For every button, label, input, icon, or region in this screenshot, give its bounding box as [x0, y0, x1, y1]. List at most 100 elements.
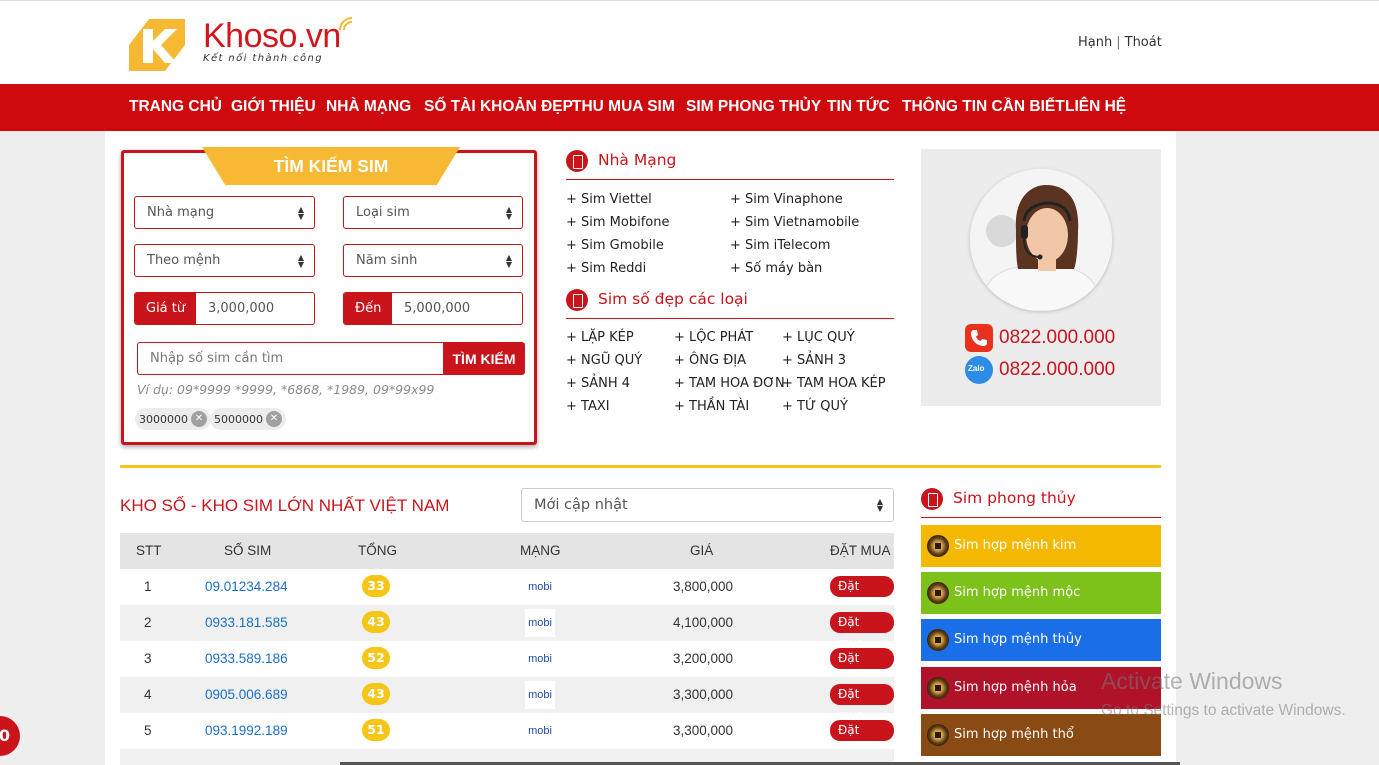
order-button[interactable]: Đặt mua — [830, 648, 894, 686]
mobifone-logo-icon: mobi — [525, 681, 555, 709]
sim-category-link[interactable]: + SẢNH 3 — [782, 353, 846, 368]
row-price: 3,200,000 — [673, 651, 734, 666]
carrier-link[interactable]: + Sim Vietnamobile — [730, 215, 859, 230]
price-to-field[interactable]: Đến 5,000,000 — [343, 292, 523, 325]
table-row: 4 0905.006.689 43 mobi 3,300,000 Đặt mua — [120, 677, 894, 722]
birth-year-select[interactable]: Năm sinh ▲ ▼ — [343, 244, 523, 277]
carrier-link[interactable]: + Sim Reddi — [566, 261, 646, 276]
feng-shui-item-metal[interactable]: Sim hợp mệnh kim — [921, 525, 1161, 567]
search-example: Ví dụ: 09*9999 *9999, *6868, *1989, 09*9… — [137, 382, 435, 397]
carrier-link[interactable]: + Sim Viettel — [566, 192, 652, 207]
coin-icon — [927, 535, 949, 557]
floating-cart-badge[interactable]: 0 — [0, 716, 20, 756]
nav-item-buy-sim[interactable]: THU MUA SIM — [572, 98, 675, 116]
nav-item-about[interactable]: GIỚI THIỆU — [231, 98, 316, 116]
coin-icon — [927, 582, 949, 604]
remove-chip-icon[interactable]: ✕ — [191, 411, 207, 427]
row-price: 3,300,000 — [673, 687, 734, 702]
carrier-link[interactable]: + Số máy bàn — [730, 261, 822, 276]
sim-category-link[interactable]: + TAM HOA KÉP — [782, 376, 886, 391]
order-button[interactable]: Đặt mua — [830, 576, 894, 614]
remove-chip-icon[interactable]: ✕ — [266, 411, 282, 427]
sim-type-select[interactable]: Loại sim ▲ ▼ — [343, 196, 523, 229]
mobifone-logo-icon: mobi — [525, 645, 555, 673]
hotline-row[interactable]: 0822.000.000 — [965, 324, 1115, 352]
sim-number-link[interactable]: 0905.006.689 — [205, 687, 288, 702]
sort-select-value: Mới cập nhật — [534, 497, 628, 513]
user-name-link[interactable]: Hạnh — [1078, 35, 1112, 50]
table-row: 1 09.01234.284 33 mobi 3,800,000 Đặt mua — [120, 569, 894, 614]
sim-category-link[interactable]: + SẢNH 4 — [566, 376, 630, 391]
sort-select[interactable]: Mới cập nhật ▲ ▼ — [521, 488, 894, 522]
col-stt: STT — [136, 543, 162, 558]
carrier-select[interactable]: Nhà mạng ▲ ▼ — [134, 196, 315, 229]
feng-shui-item-wood[interactable]: Sim hợp mệnh mộc — [921, 572, 1161, 614]
carrier-link[interactable]: + Sim Gmobile — [566, 238, 664, 253]
nav-item-bank-accounts[interactable]: SỐ TÀI KHOẢN ĐẸP — [424, 98, 573, 116]
price-from-value: 3,000,000 — [208, 301, 275, 316]
feng-shui-item-label: Sim hợp mệnh kim — [954, 538, 1077, 553]
phone-icon — [965, 324, 993, 352]
nav-item-feng-shui[interactable]: SIM PHONG THỦY — [686, 98, 821, 116]
row-price: 4,100,000 — [673, 615, 734, 630]
brand-logo[interactable]: Khoso.vn Kết nối thành công — [119, 11, 359, 77]
sim-category-link[interactable]: + THẦN TÀI — [674, 399, 749, 414]
sim-category-link[interactable]: + NGŨ QUÝ — [566, 353, 642, 368]
feng-shui-title: Sim phong thủy — [953, 489, 1076, 507]
element-select-value: Theo mệnh — [147, 253, 221, 268]
birth-year-select-value: Năm sinh — [356, 253, 418, 268]
carrier-link[interactable]: + Sim iTelecom — [730, 238, 830, 253]
sim-type-select-value: Loại sim — [356, 205, 410, 220]
sim-category-link[interactable]: + ÔNG ĐỊA — [674, 353, 746, 368]
sim-category-link[interactable]: + TAM HOA ĐƠN — [674, 376, 785, 391]
main-nav: TRANG CHỦ GIỚI THIỆU NHÀ MẠNG SỐ TÀI KHO… — [0, 84, 1379, 131]
table-row: 2 0933.181.585 43 mobi 4,100,000 Đặt mua — [120, 605, 894, 650]
row-stt: 5 — [144, 723, 152, 738]
nav-item-info[interactable]: THÔNG TIN CẦN BIẾT — [902, 98, 1065, 116]
order-button[interactable]: Đặt mua — [830, 612, 894, 650]
order-button[interactable]: Đặt mua — [830, 684, 894, 722]
feng-shui-item-earth[interactable]: Sim hợp mệnh thổ — [921, 714, 1161, 756]
feng-shui-item-water[interactable]: Sim hợp mệnh thủy — [921, 619, 1161, 661]
sim-category-link[interactable]: + LẶP KÉP — [566, 330, 634, 345]
sim-card-icon — [921, 488, 943, 510]
activate-windows-title: Activate Windows — [1101, 668, 1283, 694]
sim-list-title: KHO SỐ - KHO SIM LỚN NHẤT VIỆT NAM — [120, 496, 450, 515]
beautiful-sims-heading: Sim số đẹp các loại — [566, 289, 894, 319]
total-badge: 52 — [362, 647, 390, 669]
nav-item-home[interactable]: TRANG CHỦ — [129, 98, 222, 116]
carrier-link[interactable]: + Sim Vinaphone — [730, 192, 843, 207]
coin-icon — [927, 724, 949, 746]
filter-chip: 5000000 ✕ — [210, 408, 286, 430]
sim-number-link[interactable]: 093.1992.189 — [205, 723, 288, 738]
zalo-row[interactable]: Zalo 0822.000.000 — [965, 356, 1115, 384]
zalo-number: 0822.000.000 — [999, 359, 1116, 380]
sim-category-link[interactable]: + LỤC QUÝ — [782, 330, 855, 345]
price-from-label: Giá từ — [135, 293, 197, 324]
logout-link[interactable]: Thoát — [1125, 35, 1162, 50]
carriers-heading: Nhà Mạng — [566, 150, 894, 180]
sim-table-header: STT SỐ SIM TỔNG MẠNG GIÁ ĐẶT MUA — [120, 533, 894, 569]
nav-item-news[interactable]: TIN TỨC — [827, 98, 890, 116]
sim-number-link[interactable]: 0933.181.585 — [205, 615, 288, 630]
sim-number-link[interactable]: 09.01234.284 — [205, 579, 288, 594]
sim-number-link[interactable]: 0933.589.186 — [205, 651, 288, 666]
row-stt: 4 — [144, 687, 152, 702]
search-button[interactable]: TÌM KIẾM — [443, 342, 525, 375]
col-carrier: MẠNG — [520, 543, 561, 558]
price-from-field[interactable]: Giá từ 3,000,000 — [134, 292, 315, 325]
zalo-icon: Zalo — [965, 356, 993, 384]
agent-illustration — [970, 169, 1112, 311]
sim-number-input[interactable]: Nhập số sim cần tìm — [137, 342, 444, 375]
sim-category-link[interactable]: + TỨ QUÝ — [782, 399, 848, 414]
select-arrows-icon: ▲ ▼ — [297, 205, 304, 221]
element-select[interactable]: Theo mệnh ▲ ▼ — [134, 244, 315, 277]
nav-item-carriers[interactable]: NHÀ MẠNG — [326, 98, 411, 116]
nav-item-contact[interactable]: LIÊN HỆ — [1065, 98, 1126, 116]
sim-category-link[interactable]: + LỘC PHÁT — [674, 330, 753, 345]
carrier-link[interactable]: + Sim Mobifone — [566, 215, 670, 230]
order-button[interactable]: Đặt mua — [830, 720, 894, 758]
sim-category-link[interactable]: + TAXI — [566, 399, 610, 414]
coin-icon — [927, 677, 949, 699]
section-divider — [120, 465, 1161, 468]
